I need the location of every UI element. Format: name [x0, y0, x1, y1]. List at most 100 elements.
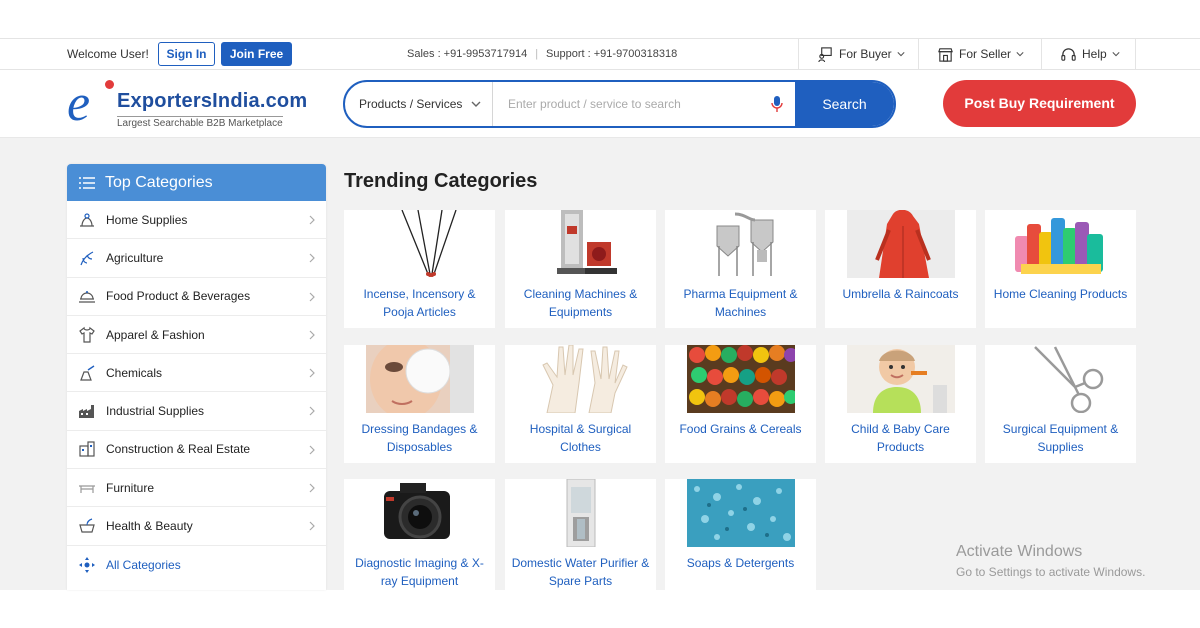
sidebar-item-label: Chemicals — [106, 365, 163, 380]
all-categories-link[interactable]: All Categories — [67, 546, 326, 584]
sidebar-item-health-beauty[interactable]: Health & Beauty — [67, 507, 326, 546]
help-label: Help — [1082, 47, 1107, 61]
seller-icon — [938, 47, 953, 62]
chevron-down-icon — [1016, 52, 1024, 57]
main-content: Top Categories Home Supplies Agriculture… — [0, 138, 1200, 590]
support-phone: Support : +91-9700318318 — [546, 48, 678, 60]
watermark-title: Activate Windows — [956, 543, 1083, 560]
chevron-right-icon — [309, 253, 315, 263]
category-card-incense[interactable]: Incense, Incensory & Pooja Articles — [344, 210, 495, 328]
category-card-food-grains[interactable]: Food Grains & Cereals — [665, 345, 816, 463]
water-purifier-image — [505, 479, 656, 547]
chemicals-icon — [77, 364, 97, 382]
industrial-icon — [77, 402, 97, 420]
category-card-hospital-clothes[interactable]: Hospital & Surgical Clothes — [505, 345, 656, 463]
sidebar-item-food-beverages[interactable]: Food Product & Beverages — [67, 278, 326, 316]
site-header: e ExportersIndia.com Largest Searchable … — [0, 70, 1200, 138]
logo[interactable]: e ExportersIndia.com Largest Searchable … — [67, 75, 307, 132]
category-card-umbrella-raincoats[interactable]: Umbrella & Raincoats — [825, 210, 976, 328]
category-card-label: Incense, Incensory & Pooja Articles — [363, 287, 476, 319]
all-categories-icon — [77, 556, 97, 574]
incense-image — [344, 210, 495, 278]
sidebar-item-furniture[interactable]: Furniture — [67, 469, 326, 508]
sidebar-item-label: Construction & Real Estate — [106, 442, 251, 457]
food-icon — [77, 287, 97, 305]
sidebar-title: Top Categories — [105, 173, 213, 191]
category-card-dressing-bandages[interactable]: Dressing Bandages & Disposables — [344, 345, 495, 463]
category-card-label: Child & Baby Care Products — [851, 422, 950, 454]
chevron-right-icon — [309, 368, 315, 378]
help-menu[interactable]: Help — [1041, 39, 1136, 69]
sidebar-item-label: Industrial Supplies — [106, 404, 205, 419]
search-bar: Products / Services Search — [343, 80, 896, 128]
sidebar-item-agriculture[interactable]: Agriculture — [67, 239, 326, 278]
category-card-water-purifier[interactable]: Domestic Water Purifier & Spare Parts — [505, 479, 656, 590]
category-card-pharma-equipment[interactable]: Pharma Equipment & Machines — [665, 210, 816, 328]
surgical-scissors-image — [985, 345, 1136, 413]
raincoat-image — [825, 210, 976, 278]
chevron-right-icon — [309, 483, 315, 493]
health-beauty-icon — [77, 517, 97, 535]
contact-info: Sales : +91-9953717914 | Support : +91-970… — [407, 48, 678, 60]
for-buyer-label: For Buyer — [839, 47, 892, 61]
search-button[interactable]: Search — [795, 82, 894, 126]
join-free-button[interactable]: Join Free — [221, 42, 292, 66]
logo-tagline: Largest Searchable B2B Marketplace — [117, 116, 283, 129]
cotton-pads-image — [344, 345, 495, 413]
logo-dot — [105, 80, 114, 89]
sidebar-item-label: Agriculture — [106, 250, 164, 265]
sign-in-button[interactable]: Sign In — [158, 42, 215, 66]
headset-icon — [1061, 47, 1076, 61]
chevron-right-icon — [309, 445, 315, 455]
logo-name: ExportersIndia.com — [117, 90, 308, 112]
chevron-right-icon — [309, 215, 315, 225]
category-card-label: Soaps & Detergents — [686, 556, 795, 570]
sidebar-item-industrial-supplies[interactable]: Industrial Supplies — [67, 392, 326, 431]
category-card-child-baby-care[interactable]: Child & Baby Care Products — [825, 345, 976, 463]
cleaning-machine-image — [505, 210, 656, 278]
category-card-cleaning-machines[interactable]: Cleaning Machines & Equipments — [505, 210, 656, 328]
detergent-powder-image — [665, 479, 816, 547]
trending-title: Trending Categories — [344, 170, 538, 192]
search-category-label: Products / Services — [359, 97, 463, 111]
category-card-surgical-equipment[interactable]: Surgical Equipment & Supplies — [985, 345, 1136, 463]
food-grains-image — [665, 345, 816, 413]
search-input[interactable] — [494, 82, 794, 126]
watermark-subtitle: Go to Settings to activate Windows. — [956, 565, 1146, 579]
category-card-soaps-detergents[interactable]: Soaps & Detergents — [665, 479, 816, 590]
chevron-right-icon — [309, 292, 315, 302]
activate-windows-watermark: Activate Windows Go to Settings to activ… — [956, 543, 1145, 579]
furniture-icon — [77, 479, 97, 497]
sidebar-item-home-supplies[interactable]: Home Supplies — [67, 201, 326, 240]
sidebar-item-chemicals[interactable]: Chemicals — [67, 354, 326, 393]
logo-mark: e — [67, 75, 91, 132]
sidebar-header: Top Categories — [67, 164, 326, 201]
category-card-diagnostic-imaging[interactable]: Diagnostic Imaging & X-ray Equipment — [344, 479, 495, 590]
search-category-select[interactable]: Products / Services — [345, 82, 493, 126]
post-buy-requirement-button[interactable]: Post Buy Requirement — [943, 80, 1136, 127]
category-card-label: Surgical Equipment & Supplies — [1002, 422, 1119, 454]
camera-image — [344, 479, 495, 547]
category-card-label: Hospital & Surgical Clothes — [529, 422, 632, 454]
for-buyer-menu[interactable]: For Buyer — [798, 39, 918, 69]
category-card-label: Domestic Water Purifier & Spare Parts — [511, 556, 650, 588]
apparel-icon — [77, 326, 97, 344]
welcome-text: Welcome User! — [67, 47, 149, 61]
chevron-down-icon — [471, 101, 481, 107]
chevron-down-icon — [1112, 52, 1120, 57]
category-card-home-cleaning[interactable]: Home Cleaning Products — [985, 210, 1136, 328]
sidebar-item-label: Apparel & Fashion — [106, 327, 205, 342]
category-card-label: Dressing Bandages & Disposables — [361, 422, 478, 454]
category-card-label: Pharma Equipment & Machines — [683, 287, 798, 319]
sidebar-item-apparel-fashion[interactable]: Apparel & Fashion — [67, 316, 326, 355]
sidebar-item-label: Home Supplies — [106, 212, 188, 227]
construction-icon — [77, 440, 97, 458]
surgical-gloves-image — [505, 345, 656, 413]
for-seller-menu[interactable]: For Seller — [918, 39, 1041, 69]
sidebar-item-label: Health & Beauty — [106, 519, 193, 534]
category-card-label: Food Grains & Cereals — [679, 422, 802, 436]
microphone-icon[interactable] — [769, 95, 785, 113]
sidebar-item-construction-real-estate[interactable]: Construction & Real Estate — [67, 431, 326, 470]
sidebar-item-label: Food Product & Beverages — [106, 289, 251, 304]
chevron-right-icon — [309, 330, 315, 340]
